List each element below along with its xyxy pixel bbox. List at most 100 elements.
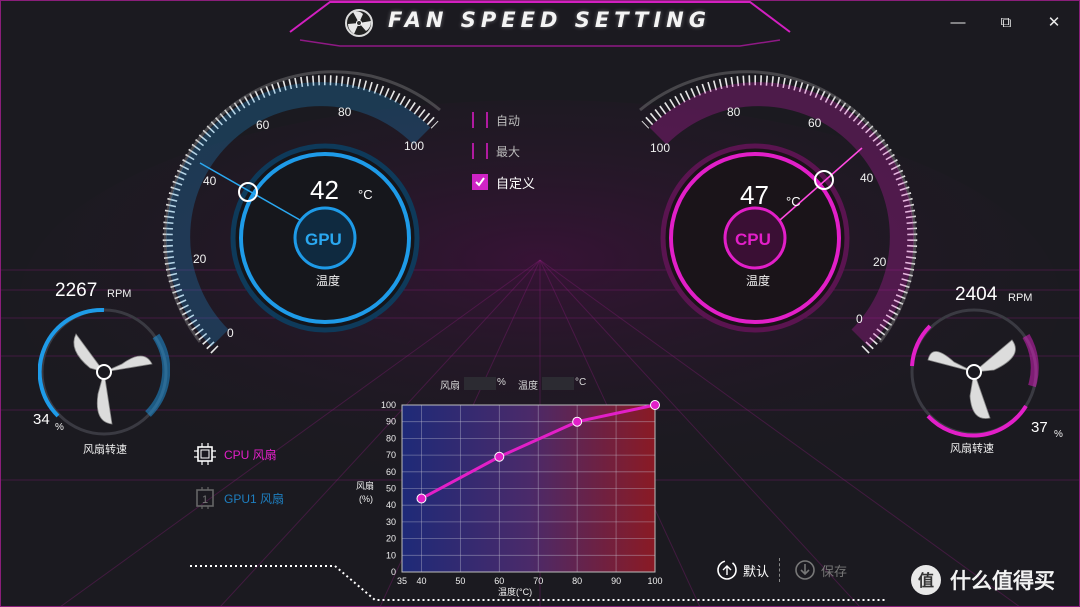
title-bar: FAN SPEED SETTING — ⧉ ✕ [0,0,1080,46]
y-tick-label: 70 [386,450,396,460]
cpu-tick: 0 [856,312,863,326]
x-tick-label: 80 [572,576,582,586]
right-fan-caption: 风扇转速 [950,443,994,455]
x-tick-label: 40 [416,576,426,586]
fan-input-label: 风扇 [440,381,460,392]
cpu-temp-unit: °C [786,194,801,209]
mode-custom[interactable]: 自定义 [472,172,535,192]
cpu-gauge: CPU 47 °C 温度 100 80 60 40 20 0 [620,70,920,360]
fan-curve-point[interactable] [572,416,583,427]
mode-max-checkbox[interactable] [472,143,488,159]
fan-percent-input[interactable] [464,377,496,390]
button-divider [779,558,781,582]
right-fan-panel: 2404 RPM 37 % 风扇转速 [900,282,1070,462]
x-tick-label: 35 [397,576,407,586]
save-button[interactable]: 保存 [794,557,847,583]
fan-curve-point[interactable] [494,451,505,462]
right-fan-icon [910,308,1039,438]
y-tick-label: 90 [386,417,396,427]
right-fan-percent: 37 [1031,419,1048,436]
y-tick-label: 50 [386,484,396,494]
gpu-tick: 0 [227,326,234,340]
restore-button[interactable]: ⧉ [988,6,1024,38]
fan-curve-point[interactable] [650,400,660,410]
mode-auto-checkbox[interactable] [472,112,488,128]
cpu-tick: 40 [860,171,874,185]
x-axis-label: 温度(°C) [498,587,533,597]
gpu-tick: 100 [404,139,425,153]
gpu-label: GPU [305,230,342,249]
mode-max[interactable]: 最大 [472,141,520,161]
left-fan-percent: 34 [33,411,50,428]
watermark-text: 什么值得买 [950,570,1055,593]
fan-curve-svg[interactable]: 0102030405060708090100 35 40 50 60 70 80 90 100 [350,395,670,600]
mode-custom-label: 自定义 [496,175,536,191]
fan-input-unit: % [497,377,506,388]
save-icon [795,560,815,580]
y-tick-label: 40 [386,500,396,510]
y-tick-label: 100 [381,400,396,410]
cpu-tick: 60 [808,116,822,130]
gpu-temp-caption: 温度 [316,274,341,288]
svg-text:1: 1 [202,494,208,506]
cpu-tick: 20 [873,255,887,269]
y-tick-label: 20 [386,534,396,544]
default-label: 默认 [743,563,770,579]
left-fan-rpm-unit: RPM [107,288,132,300]
fan-logo-icon [345,9,373,37]
mode-auto[interactable]: 自动 [472,110,520,130]
fan-curve-point[interactable] [416,493,427,504]
temp-input-unit: °C [575,377,587,388]
right-fan-rpm: 2404 [955,284,998,305]
close-button[interactable]: ✕ [1036,6,1072,38]
gpu-tick: 40 [203,174,217,188]
check-icon [475,177,485,187]
cpu-label: CPU [735,230,771,249]
cpu-fan-select[interactable]: CPU 风扇 [194,441,277,467]
x-tick-label: 90 [611,576,621,586]
y-tick-label: 30 [386,517,396,527]
mode-custom-checkbox[interactable] [472,174,488,190]
watermark-logo-icon: 值 [911,565,941,595]
right-fan-percent-unit: % [1054,429,1063,440]
chip-icon [194,443,216,465]
gpu-tick: 20 [193,252,207,266]
left-fan-panel: 2267 RPM 34 % 风扇转速 [30,278,180,458]
reset-icon [717,560,737,580]
right-fan-rpm-unit: RPM [1008,292,1033,304]
app-title: FAN SPEED SETTING [388,8,711,32]
fan-curve-chart[interactable]: 0 10 20 30 40 50 60 70 80 90 100 35 40 50 60 70 80 90 100… [350,395,670,600]
x-tick-label: 70 [533,576,543,586]
gpu-temp-unit: °C [358,187,373,202]
cpu-temperature: 47 [740,180,769,210]
minimize-button[interactable]: — [940,6,976,38]
cpu-fan-label: CPU 风扇 [224,447,277,462]
y-axis-label-line1: 风扇 [356,481,375,491]
cpu-tick: 80 [727,105,741,119]
watermark: 值 什么值得买 [910,564,1055,596]
left-fan-rpm: 2267 [55,280,98,301]
cpu-gauge-dial [639,70,918,354]
gpu-tick: 60 [256,118,270,132]
cpu-temp-caption: 温度 [746,274,771,288]
gpu-tick: 80 [338,105,352,119]
mode-auto-label: 自动 [496,113,521,128]
y-tick-label: 60 [386,467,396,477]
default-button[interactable]: 默认 [716,557,769,583]
y-tick-label: 10 [386,550,396,560]
left-fan-percent-unit: % [55,422,64,433]
left-fan-caption: 风扇转速 [83,444,127,456]
left-fan-icon [38,307,170,436]
gpu1-fan-select[interactable]: 1 GPU1 风扇 [194,485,284,511]
x-tick-label: 50 [455,576,465,586]
x-tick-label: 100 [647,576,662,586]
gpu-temperature: 42 [310,175,339,205]
save-label: 保存 [821,563,848,579]
y-axis-label-line2: (%) [359,494,373,504]
gpu1-fan-label: GPU1 风扇 [224,491,285,506]
y-tick-label: 0 [391,567,396,577]
svg-text:值: 值 [918,571,934,590]
temp-input[interactable] [542,377,574,390]
gpu-card-icon: 1 [196,487,214,509]
y-tick-label: 80 [386,433,396,443]
